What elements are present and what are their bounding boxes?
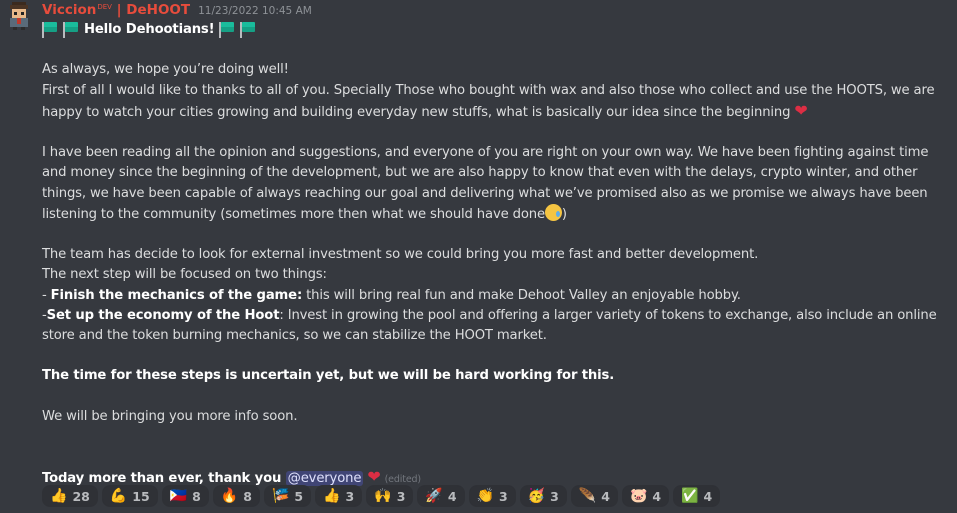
reaction-button[interactable]: 💪 15 <box>101 485 158 507</box>
greeting-line: Hello Dehootians! <box>42 20 947 40</box>
thumbs-up-icon: 👍 <box>323 488 341 504</box>
timestamp: 11/23/2022 10:45 AM <box>198 5 312 17</box>
reaction-count: 4 <box>447 488 457 504</box>
reaction-count: 3 <box>396 488 406 504</box>
list-item-1: - Finish the mechanics of the game: this… <box>42 287 741 303</box>
clapping-hands-icon: 👏 <box>476 488 494 504</box>
custom-flag-icon: 🎏 <box>271 488 290 504</box>
tearful-smile-icon <box>544 203 562 221</box>
rocket-icon: 🚀 <box>425 488 443 504</box>
pig-icon: 🐷 <box>629 488 648 504</box>
reaction-button[interactable]: 👍 3 <box>315 485 363 507</box>
reaction-button[interactable]: 👏 3 <box>468 485 516 507</box>
reaction-count: 8 <box>243 488 252 504</box>
paragraph-5: We will be bringing you more info soon. <box>42 408 298 424</box>
message-header: ViccionDEV | DeHOOT 11/23/2022 10:45 AM <box>42 2 312 20</box>
author-tag: DEV <box>97 2 112 11</box>
greeting: Hello Dehootians! <box>84 22 215 37</box>
heart-icon: ❤ <box>367 467 381 487</box>
paragraph-4: The time for these steps is uncertain ye… <box>42 368 615 384</box>
reaction-count: 3 <box>345 488 355 504</box>
reaction-button[interactable]: 🔥 8 <box>212 485 260 507</box>
thumbs-up-icon: 👍 <box>50 488 68 504</box>
flag-icon <box>63 22 79 38</box>
list-item-2: -Set up the economy of the Hoot: Invest … <box>42 307 937 343</box>
avatar[interactable] <box>6 2 32 30</box>
reaction-button[interactable]: 👍 28 <box>42 485 98 507</box>
feather-icon: 🪶 <box>578 488 597 504</box>
flag-icon <box>42 22 58 38</box>
reaction-button[interactable]: 🚀 4 <box>417 485 465 507</box>
raising-hands-icon: 🙌 <box>374 488 392 504</box>
heart-icon: ❤ <box>794 100 808 120</box>
chat-message: ViccionDEV | DeHOOT 11/23/2022 10:45 AM … <box>0 0 957 513</box>
paragraph-2: I have been reading all the opinion and … <box>42 145 929 222</box>
reaction-button[interactable]: 🙌 3 <box>366 485 414 507</box>
flag-icon <box>239 22 256 38</box>
reaction-count: 3 <box>498 488 508 504</box>
reaction-count: 4 <box>601 488 610 504</box>
flag-icon <box>218 22 235 38</box>
reaction-button[interactable]: 🥳 3 <box>519 485 567 507</box>
author-name[interactable]: ViccionDEV | DeHOOT <box>42 2 190 18</box>
reaction-count: 4 <box>652 488 662 504</box>
reaction-button[interactable]: 🪶 4 <box>570 485 618 507</box>
message-body: Hello Dehootians! As always, we hope you… <box>42 20 947 491</box>
reaction-count: 5 <box>294 488 304 504</box>
paragraph-3b: The next step will be focused on two thi… <box>42 267 327 283</box>
philippines-flag-icon: 🇵🇭 <box>169 488 188 504</box>
reaction-count: 8 <box>192 488 201 504</box>
reaction-count: 4 <box>703 488 713 504</box>
check-mark-icon: ✅ <box>681 488 699 504</box>
reaction-count: 15 <box>132 488 150 504</box>
edited-label: (edited) <box>384 474 421 486</box>
partying-face-icon: 🥳 <box>527 488 546 504</box>
reaction-button[interactable]: 🎏 5 <box>263 485 312 507</box>
flexed-biceps-icon: 💪 <box>109 488 128 504</box>
fire-icon: 🔥 <box>220 488 239 504</box>
reaction-count: 28 <box>72 488 90 504</box>
avatar-pixel-icon <box>10 2 28 30</box>
reaction-button[interactable]: ✅ 4 <box>673 485 721 507</box>
paragraph-1a: As always, we hope you’re doing well! <box>42 62 289 78</box>
reactions-bar: 👍 28 💪 15 🇵🇭 8 🔥 8 🎏 5 👍 3 🙌 3 🚀 4 👏 3 🥳 3 🪶 4 🐷 4 ✅ 4 <box>42 485 721 507</box>
paragraph-1b: First of all I would like to thanks to a… <box>42 82 935 120</box>
paragraph-3a: The team has decide to look for external… <box>42 247 759 263</box>
reaction-button[interactable]: 🐷 4 <box>621 485 670 507</box>
reaction-button[interactable]: 🇵🇭 8 <box>161 485 209 507</box>
reaction-count: 3 <box>550 488 559 504</box>
